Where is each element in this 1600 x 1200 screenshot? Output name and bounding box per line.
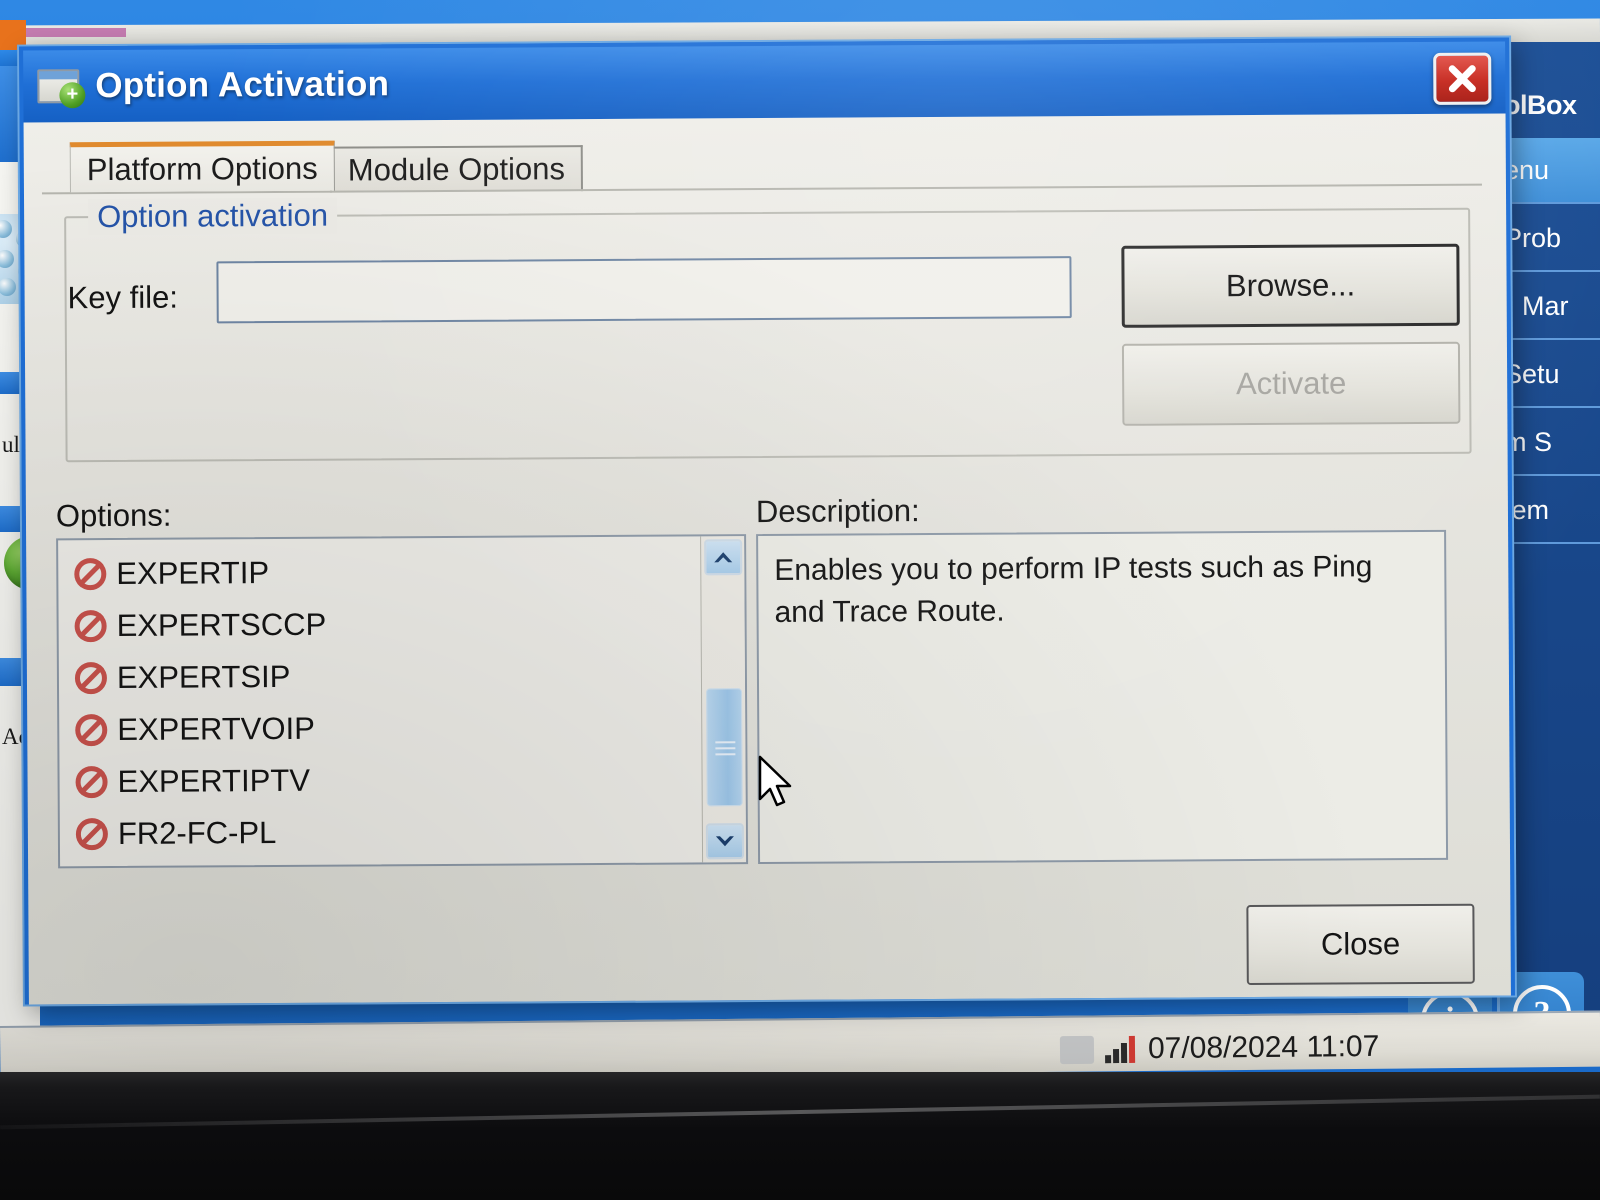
host-menu-item-3[interactable]: Setu xyxy=(1500,342,1600,408)
list-item-label: EXPERTIPTV xyxy=(117,763,310,800)
key-file-label: Key file: xyxy=(68,280,178,317)
host-menu-item-5[interactable]: tem xyxy=(1500,478,1600,544)
options-list-box[interactable]: EXPERTIP EXPERTSCCP EXPERTSIP EXPER xyxy=(56,534,748,868)
monitor-bezel xyxy=(0,1072,1600,1200)
activate-button-label: Activate xyxy=(1236,365,1346,402)
close-button-label: Close xyxy=(1321,926,1400,962)
printer-icon xyxy=(1060,1036,1094,1064)
prohibited-icon xyxy=(75,714,107,746)
prohibited-icon xyxy=(75,610,107,642)
signal-bars-icon xyxy=(1105,1035,1145,1063)
key-file-text-field[interactable] xyxy=(218,258,1069,321)
monitor-screen: ula Ac olBox enu Prob Mar Setu m S tem i… xyxy=(0,0,1600,1082)
prohibited-icon xyxy=(74,558,106,590)
tab-platform-options[interactable]: Platform Options xyxy=(70,141,335,193)
status-bar-clock: 07/08/2024 11:07 xyxy=(1148,1030,1380,1066)
dialog-body: Platform Options Module Options Option a… xyxy=(24,113,1511,1004)
activate-button: Activate xyxy=(1122,342,1460,426)
description-text: Enables you to perform IP tests such as … xyxy=(774,546,1429,634)
list-item[interactable]: FR2-FC-PL xyxy=(60,804,702,860)
host-menu-item-0[interactable]: enu xyxy=(1500,138,1600,204)
mouse-cursor xyxy=(757,755,801,815)
list-item[interactable]: EXPERTVOIP xyxy=(59,700,701,756)
list-item-label: FR2-FC-PL xyxy=(118,815,277,852)
scroll-down-icon[interactable] xyxy=(706,823,744,859)
options-scrollbar[interactable] xyxy=(700,536,746,862)
list-item[interactable]: EXPERTIPTV xyxy=(59,752,701,808)
prohibited-icon xyxy=(76,818,108,850)
host-pink-edge xyxy=(26,28,126,37)
scrollbar-thumb[interactable] xyxy=(706,688,743,806)
list-item-label: FR2-LB-PL xyxy=(118,867,273,868)
tab-module-options[interactable]: Module Options xyxy=(330,145,583,193)
list-item-label: EXPERTSCCP xyxy=(117,607,327,644)
options-label: Options: xyxy=(56,498,172,535)
description-label: Description: xyxy=(756,493,920,530)
dialog-title-bar[interactable]: + Option Activation xyxy=(23,41,1505,122)
browse-button-label: Browse... xyxy=(1226,267,1355,304)
scroll-up-icon[interactable] xyxy=(704,539,742,575)
option-activation-dialog: + Option Activation Platform Options Mod… xyxy=(19,37,1515,1004)
list-item[interactable]: EXPERTSCCP xyxy=(58,596,700,652)
key-file-input[interactable] xyxy=(216,256,1071,323)
host-menu-item-1[interactable]: Prob xyxy=(1500,206,1600,272)
host-menu-item-4[interactable]: m S xyxy=(1500,410,1600,476)
host-menu-item-2[interactable]: Mar xyxy=(1500,274,1600,340)
list-item-label: EXPERTSIP xyxy=(117,659,291,696)
list-item-label: EXPERTIP xyxy=(116,555,269,592)
option-activation-group: Option activation Key file: Browse... Ac… xyxy=(64,208,1471,463)
list-item[interactable]: EXPERTSIP xyxy=(59,648,701,704)
tab-platform-options-label: Platform Options xyxy=(87,150,318,187)
prohibited-icon xyxy=(75,662,107,694)
dialog-title: Option Activation xyxy=(95,64,389,106)
tab-bar: Platform Options Module Options xyxy=(42,128,1488,193)
host-orange-edge xyxy=(0,20,26,50)
description-box: Enables you to perform IP tests such as … xyxy=(756,530,1448,864)
options-list[interactable]: EXPERTIP EXPERTSCCP EXPERTSIP EXPER xyxy=(58,536,702,866)
browse-button[interactable]: Browse... xyxy=(1121,244,1459,328)
window-plus-icon: + xyxy=(37,69,79,103)
host-right-menu-title: olBox xyxy=(1504,90,1577,121)
list-item-label: EXPERTVOIP xyxy=(117,711,315,748)
prohibited-icon xyxy=(75,766,107,798)
platform-options-panel: Option activation Key file: Browse... Ac… xyxy=(42,192,1493,991)
close-x-icon[interactable] xyxy=(1433,53,1491,105)
tab-module-options-label: Module Options xyxy=(348,151,565,188)
close-button[interactable]: Close xyxy=(1246,904,1474,985)
list-item[interactable]: EXPERTIP xyxy=(58,544,700,600)
group-legend: Option activation xyxy=(88,198,337,236)
